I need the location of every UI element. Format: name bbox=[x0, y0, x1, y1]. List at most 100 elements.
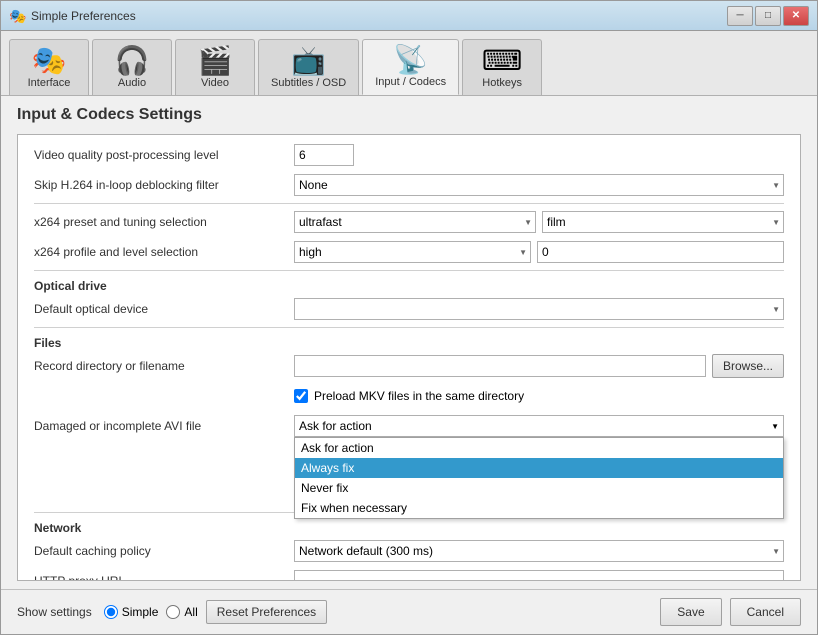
bottom-bar: Show settings Simple All Reset Preferenc… bbox=[1, 589, 817, 634]
skip-h264-label: Skip H.264 in-loop deblocking filter bbox=[34, 178, 294, 192]
damaged-avi-option-always[interactable]: Always fix bbox=[295, 458, 783, 478]
preload-mkv-row: Preload MKV files in the same directory bbox=[34, 384, 784, 408]
files-section: Files bbox=[34, 336, 784, 350]
preload-mkv-label: Preload MKV files in the same directory bbox=[314, 389, 524, 403]
tab-audio[interactable]: 🎧 Audio bbox=[92, 39, 172, 95]
record-dir-input[interactable] bbox=[294, 355, 706, 377]
default-optical-label: Default optical device bbox=[34, 302, 294, 316]
damaged-avi-option-ask[interactable]: Ask for action bbox=[295, 438, 783, 458]
damaged-avi-control: Ask for action ▼ Ask for action Always f… bbox=[294, 415, 784, 437]
minimize-button[interactable]: ─ bbox=[727, 6, 753, 26]
maximize-button[interactable]: □ bbox=[755, 6, 781, 26]
default-caching-label: Default caching policy bbox=[34, 544, 294, 558]
x264-preset-label: x264 preset and tuning selection bbox=[34, 215, 294, 229]
tab-video[interactable]: 🎬 Video bbox=[175, 39, 255, 95]
separator-3 bbox=[34, 327, 784, 328]
input-tab-icon: 📡 bbox=[393, 46, 428, 74]
audio-tab-icon: 🎧 bbox=[115, 47, 150, 75]
preload-mkv-checkbox[interactable] bbox=[294, 389, 308, 403]
x264-level-input[interactable] bbox=[537, 241, 784, 263]
separator-1 bbox=[34, 203, 784, 204]
optical-drive-section: Optical drive bbox=[34, 279, 784, 293]
damaged-avi-option-fix-when[interactable]: Fix when necessary bbox=[295, 498, 783, 518]
network-section: Network bbox=[34, 521, 784, 535]
tab-subtitles[interactable]: 📺 Subtitles / OSD bbox=[258, 39, 359, 95]
hotkeys-tab-icon: ⌨ bbox=[482, 47, 522, 75]
default-caching-row: Default caching policy Network default (… bbox=[34, 539, 784, 563]
default-optical-row: Default optical device bbox=[34, 297, 784, 321]
damaged-avi-label: Damaged or incomplete AVI file bbox=[34, 419, 294, 433]
default-caching-select[interactable]: Network default (300 ms) Lowest latency … bbox=[294, 540, 784, 562]
simple-label: Simple bbox=[122, 605, 159, 619]
vlc-app-icon: 🎭 bbox=[9, 8, 25, 24]
damaged-avi-row: Damaged or incomplete AVI file Ask for a… bbox=[34, 414, 784, 438]
title-bar-left: 🎭 Simple Preferences bbox=[9, 8, 136, 24]
http-proxy-row: HTTP proxy URL bbox=[34, 569, 784, 580]
record-dir-label: Record directory or filename bbox=[34, 359, 294, 373]
damaged-avi-option-never[interactable]: Never fix bbox=[295, 478, 783, 498]
x264-preset-control: ultrafast superfast veryfast faster fast… bbox=[294, 211, 784, 233]
video-quality-row: Video quality post-processing level bbox=[34, 143, 784, 167]
tab-interface[interactable]: 🎭 Interface bbox=[9, 39, 89, 95]
video-quality-input[interactable] bbox=[294, 144, 354, 166]
x264-preset-select[interactable]: ultrafast superfast veryfast faster fast… bbox=[294, 211, 536, 233]
skip-h264-select[interactable]: None All Non-ref Bidir bbox=[294, 174, 784, 196]
video-quality-control bbox=[294, 144, 784, 166]
all-radio[interactable] bbox=[166, 605, 180, 619]
browse-button[interactable]: Browse... bbox=[712, 354, 784, 378]
http-proxy-control bbox=[294, 570, 784, 580]
x264-profile-control: baseline main high bbox=[294, 241, 784, 263]
subtitles-tab-icon: 📺 bbox=[291, 47, 326, 75]
save-button[interactable]: Save bbox=[660, 598, 721, 626]
page-title: Input & Codecs Settings bbox=[17, 106, 801, 124]
http-proxy-input[interactable] bbox=[294, 570, 784, 580]
settings-area: Video quality post-processing level Skip… bbox=[17, 134, 801, 581]
x264-profile-select[interactable]: baseline main high bbox=[294, 241, 531, 263]
video-tab-icon: 🎬 bbox=[198, 47, 233, 75]
video-tab-label: Video bbox=[201, 77, 229, 89]
tab-hotkeys[interactable]: ⌨ Hotkeys bbox=[462, 39, 542, 95]
all-radio-option[interactable]: All bbox=[166, 605, 197, 619]
all-label: All bbox=[184, 605, 197, 619]
input-tab-label: Input / Codecs bbox=[375, 76, 446, 88]
tab-bar: 🎭 Interface 🎧 Audio 🎬 Video 📺 Subtitles … bbox=[1, 31, 817, 96]
record-dir-control: Browse... bbox=[294, 354, 784, 378]
preload-mkv-control: Preload MKV files in the same directory bbox=[294, 389, 784, 403]
damaged-avi-current: Ask for action bbox=[299, 419, 372, 433]
default-optical-control bbox=[294, 298, 784, 320]
damaged-avi-dropdown: Ask for action ▼ Ask for action Always f… bbox=[294, 415, 784, 437]
damaged-avi-list: Ask for action Always fix Never fix Fix … bbox=[294, 437, 784, 519]
skip-h264-control: None All Non-ref Bidir bbox=[294, 174, 784, 196]
simple-radio[interactable] bbox=[104, 605, 118, 619]
interface-tab-icon: 🎭 bbox=[32, 47, 67, 75]
record-dir-row: Record directory or filename Browse... bbox=[34, 354, 784, 378]
http-proxy-label: HTTP proxy URL bbox=[34, 574, 294, 580]
x264-tuning-select[interactable]: film animation grain stillimage psnr ssi… bbox=[542, 211, 784, 233]
default-optical-select[interactable] bbox=[294, 298, 784, 320]
x264-profile-row: x264 profile and level selection baselin… bbox=[34, 240, 784, 264]
bottom-buttons: Save Cancel bbox=[660, 598, 801, 626]
damaged-avi-trigger[interactable]: Ask for action ▼ bbox=[294, 415, 784, 437]
simple-radio-option[interactable]: Simple bbox=[104, 605, 159, 619]
subtitles-tab-label: Subtitles / OSD bbox=[271, 77, 346, 89]
title-bar: 🎭 Simple Preferences ─ □ ✕ bbox=[1, 1, 817, 31]
title-bar-buttons: ─ □ ✕ bbox=[727, 6, 809, 26]
x264-profile-label: x264 profile and level selection bbox=[34, 245, 294, 259]
audio-tab-label: Audio bbox=[118, 77, 146, 89]
show-settings-label: Show settings bbox=[17, 605, 92, 619]
content-area: Input & Codecs Settings Video quality po… bbox=[1, 96, 817, 589]
dropdown-arrow-icon: ▼ bbox=[771, 422, 779, 431]
cancel-button[interactable]: Cancel bbox=[730, 598, 801, 626]
default-caching-control: Network default (300 ms) Lowest latency … bbox=[294, 540, 784, 562]
window-title: Simple Preferences bbox=[31, 9, 136, 23]
tab-input-codecs[interactable]: 📡 Input / Codecs bbox=[362, 39, 459, 95]
separator-2 bbox=[34, 270, 784, 271]
video-quality-label: Video quality post-processing level bbox=[34, 148, 294, 162]
show-settings-area: Show settings Simple All Reset Preferenc… bbox=[17, 600, 327, 624]
close-button[interactable]: ✕ bbox=[783, 6, 809, 26]
x264-preset-row: x264 preset and tuning selection ultrafa… bbox=[34, 210, 784, 234]
skip-h264-row: Skip H.264 in-loop deblocking filter Non… bbox=[34, 173, 784, 197]
reset-preferences-button[interactable]: Reset Preferences bbox=[206, 600, 327, 624]
settings-scroll[interactable]: Video quality post-processing level Skip… bbox=[18, 135, 800, 580]
main-window: 🎭 Simple Preferences ─ □ ✕ 🎭 Interface 🎧… bbox=[0, 0, 818, 635]
